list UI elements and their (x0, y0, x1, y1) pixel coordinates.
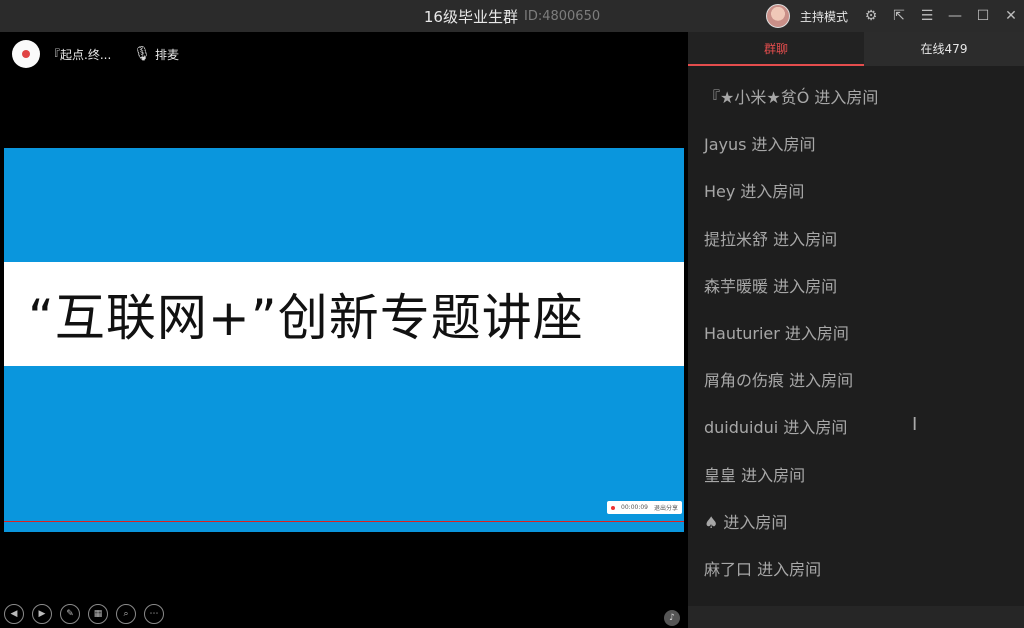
list-item: 『★小米★贫Ó 进入房间 (704, 88, 879, 107)
microphone-icon: 🎙 (133, 46, 152, 62)
recording-time: 00:00:09 (621, 504, 648, 511)
presenter-avatar[interactable] (12, 40, 40, 68)
host-mode-button[interactable]: 主持模式 (800, 8, 848, 25)
queue-mic-button[interactable]: 🎙 排麦 (133, 46, 179, 63)
chat-panel: 群聊 在线479 『★小米★贫Ó 进入房间 Jayus 进入房间 Hey 进入房… (688, 32, 1024, 628)
maximize-icon[interactable]: ☐ (974, 8, 992, 24)
close-icon[interactable]: ✕ (1002, 8, 1020, 24)
list-item: 屑角の伤痕 进入房间 (704, 371, 854, 391)
list-item: Hey 进入房间 (704, 182, 805, 202)
record-dot-icon (611, 505, 616, 510)
list-item: 森芋暖暖 进入房间 (704, 276, 838, 296)
presenter-info: 『起点.终... 🎙 排麦 (12, 40, 179, 68)
list-item: duiduidui 进入房间 (704, 418, 848, 438)
pen-icon[interactable]: ✎ (60, 604, 80, 624)
minimize-icon[interactable]: — (946, 8, 964, 24)
next-icon[interactable]: ▶ (32, 604, 52, 624)
text-cursor-icon: I (912, 414, 918, 435)
list-item: Jayus 进入房间 (704, 135, 816, 155)
queue-label: 排麦 (155, 47, 180, 62)
list-item: ♠ 进入房间 (704, 512, 788, 532)
video-stage: 『起点.终... 🎙 排麦 “互联网+”创新专题讲座 00:00:09 退出分享… (0, 32, 688, 628)
slide-title-band: “互联网+”创新专题讲座 (4, 262, 684, 366)
list-item: Hauturier 进入房间 (704, 323, 849, 343)
presenter-name: 『起点.终... (48, 47, 112, 62)
exit-share-button[interactable]: 退出分享 (654, 503, 678, 512)
room-id: ID:4800650 (523, 8, 601, 24)
panel-tabs: 群聊 在线479 (688, 32, 1024, 66)
title-bar: 16级毕业生群 ID:4800650 主持模式 ⚙ ⇱ ☰ — ☐ ✕ (0, 0, 1024, 32)
host-avatar[interactable] (765, 4, 790, 28)
title-actions: 主持模式 ⚙ ⇱ ☰ — ☐ ✕ (765, 0, 1020, 32)
playback-controls: ◀ ▶ ✎ ▦ ⌕ ⋯ (4, 604, 164, 624)
tab-group-chat[interactable]: 群聊 (688, 32, 864, 66)
slide-title: “互联网+”创新专题讲座 (28, 289, 584, 347)
prev-icon[interactable]: ◀ (4, 604, 24, 624)
layout-icon[interactable]: ▦ (88, 604, 108, 624)
menu-icon[interactable]: ☰ (918, 8, 936, 24)
chat-input-bar[interactable] (688, 606, 1024, 628)
recording-badge[interactable]: 00:00:09 退出分享 (607, 501, 682, 514)
slide-progress-line (4, 521, 684, 522)
list-item: 皇皇 进入房间 (704, 465, 806, 485)
speaker-icon[interactable]: ♪ (664, 610, 680, 626)
tab-online[interactable]: 在线479 (864, 32, 1024, 66)
popout-icon[interactable]: ⇱ (890, 8, 908, 24)
list-item: 麻了口 进入房间 (704, 559, 822, 579)
list-item: 提拉米舒 进入房间 (704, 229, 838, 249)
shared-slide: “互联网+”创新专题讲座 00:00:09 退出分享 (4, 148, 684, 532)
message-list: 『★小米★贫Ó 进入房间 Jayus 进入房间 Hey 进入房间 提拉米舒 进入… (704, 88, 1014, 607)
group-title: 16级毕业生群 (423, 7, 518, 26)
gear-icon[interactable]: ⚙ (862, 8, 880, 24)
zoom-icon[interactable]: ⌕ (116, 604, 136, 624)
more-icon[interactable]: ⋯ (144, 604, 164, 624)
